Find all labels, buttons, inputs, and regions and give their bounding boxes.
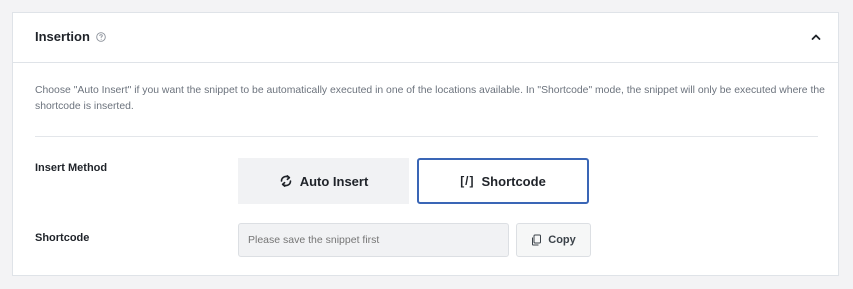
insertion-description: Choose "Auto Insert" if you want the sni…	[35, 85, 825, 112]
auto-insert-button[interactable]: Auto Insert	[238, 158, 409, 204]
insert-method-label: Insert Method	[35, 162, 108, 174]
copy-label: Copy	[548, 234, 576, 246]
insertion-panel: Insertion Choose "Auto Insert" if you wa…	[12, 12, 839, 276]
section-divider	[35, 136, 818, 137]
panel-header[interactable]: Insertion	[13, 13, 838, 63]
auto-insert-label: Auto Insert	[299, 173, 369, 189]
copy-icon	[532, 234, 542, 246]
panel-title-text: Insertion	[35, 29, 90, 44]
chevron-up-icon[interactable]	[810, 31, 822, 43]
copy-button[interactable]: Copy	[516, 223, 591, 257]
shortcode-button[interactable]: [/] Shortcode	[417, 158, 589, 204]
shortcode-input[interactable]	[238, 223, 509, 257]
question-circle-icon[interactable]	[96, 31, 106, 42]
shortcode-icon: [/]	[460, 174, 475, 188]
shortcode-row-label: Shortcode	[35, 232, 90, 244]
shortcode-label: Shortcode	[481, 173, 546, 189]
panel-title: Insertion	[35, 29, 106, 44]
refresh-icon	[279, 174, 293, 188]
